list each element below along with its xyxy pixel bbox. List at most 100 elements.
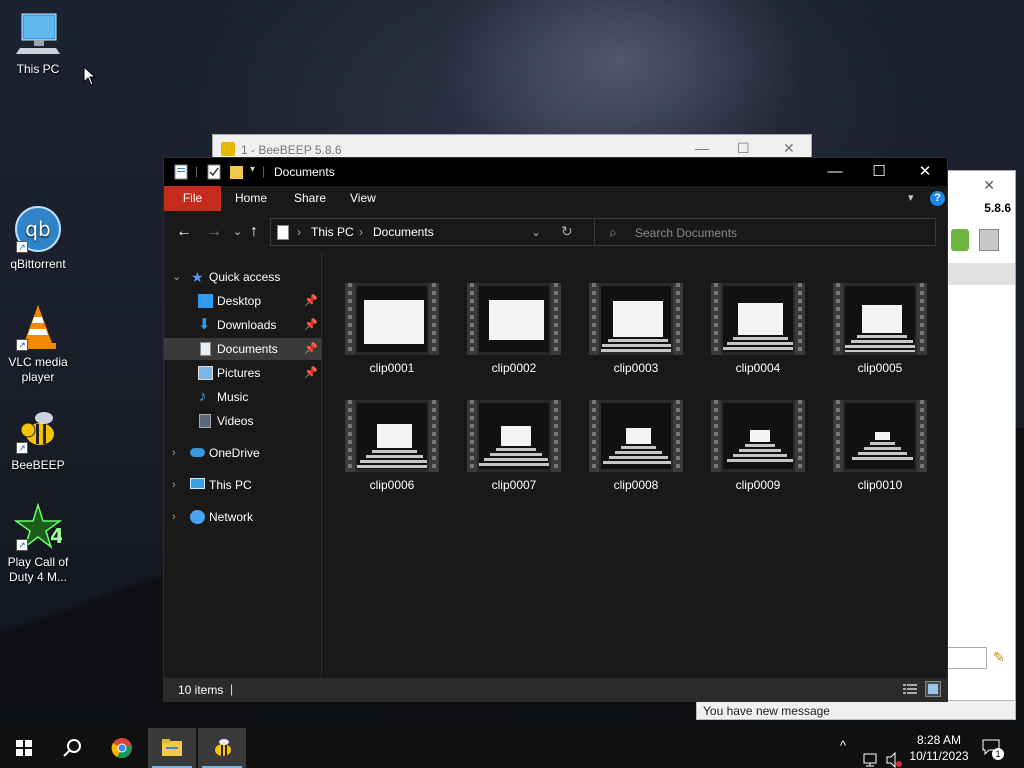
refresh-icon[interactable]: ↻ — [561, 223, 573, 240]
video-thumbnail-icon — [711, 400, 805, 472]
download-icon[interactable] — [951, 229, 969, 251]
nav-desktop[interactable]: Desktop 📌 — [164, 290, 322, 312]
thumbnail-step-shape — [869, 442, 895, 445]
clear-brush-icon[interactable]: ✎ — [993, 649, 1005, 666]
tab-view[interactable]: View — [336, 186, 390, 211]
up-arrow-icon[interactable]: ↑ — [250, 223, 258, 241]
show-hidden-icons-chevron-icon[interactable]: ^ — [840, 738, 846, 768]
nav-music[interactable]: ♪ Music — [164, 386, 322, 408]
thumbnail-step-shape — [745, 444, 775, 447]
message-input[interactable] — [947, 647, 987, 669]
collapsed-chevron-icon[interactable]: › — [172, 474, 176, 496]
address-history-chevron-icon[interactable]: ⌄ — [531, 225, 541, 239]
breadcrumb-documents[interactable]: Documents — [373, 225, 434, 239]
expanded-chevron-icon[interactable]: ⌄ — [172, 266, 181, 288]
new-folder-icon[interactable] — [229, 164, 245, 180]
tab-share[interactable]: Share — [280, 186, 340, 211]
file-item[interactable]: clip0010 — [830, 400, 930, 492]
action-center-button[interactable]: 1 — [978, 728, 1008, 768]
thumbnail-step-shape — [857, 452, 907, 455]
desktop-icon-this-pc[interactable]: This PC — [0, 10, 76, 77]
close-button[interactable]: ✕ — [902, 158, 948, 186]
file-item[interactable]: clip0006 — [342, 400, 442, 492]
maximize-button[interactable]: ☐ — [856, 158, 902, 186]
documents-icon — [200, 342, 211, 356]
tab-home[interactable]: Home — [221, 186, 281, 211]
back-arrow-icon[interactable]: ← — [176, 223, 192, 241]
taskbar-beebeep[interactable] — [198, 728, 246, 768]
nav-quick-access[interactable]: ⌄ ★ Quick access — [164, 266, 322, 288]
details-view-icon[interactable] — [902, 681, 918, 697]
minimize-icon[interactable]: — — [695, 140, 709, 156]
properties-icon[interactable] — [174, 164, 190, 180]
file-name: clip0004 — [735, 361, 781, 375]
thumbnail-preview — [723, 403, 793, 469]
tab-file[interactable]: File — [164, 186, 221, 211]
thumbnail-window-shape — [376, 424, 412, 448]
network-icon — [190, 510, 205, 524]
beebeep-main-window[interactable]: ✕ 5.8.6 ✎ — [944, 170, 1016, 720]
music-note-icon: ♪ — [199, 388, 207, 405]
taskbar-file-explorer[interactable] — [148, 728, 196, 768]
desktop-icon-beebeep[interactable]: ↗ BeeBEEP — [0, 406, 76, 473]
expand-ribbon-chevron-icon[interactable]: ▾ — [908, 191, 914, 204]
nav-documents[interactable]: Documents 📌 — [164, 338, 322, 360]
nav-network[interactable]: › Network — [164, 506, 322, 528]
close-icon[interactable]: ✕ — [783, 140, 795, 157]
large-icons-view-icon[interactable] — [925, 681, 941, 697]
forward-arrow-icon[interactable]: → — [206, 223, 222, 241]
breadcrumb-this-pc[interactable]: This PC — [311, 225, 354, 239]
taskbar-chrome[interactable] — [98, 728, 146, 768]
breadcrumb-chevron-icon: › — [359, 225, 363, 239]
close-icon[interactable]: ✕ — [983, 177, 995, 194]
volume-muted-icon[interactable] — [886, 740, 904, 768]
checkmark-icon[interactable] — [207, 164, 223, 180]
video-thumbnail-icon — [467, 283, 561, 355]
beebeep-version: 5.8.6 — [984, 201, 1011, 215]
customize-toolbar-chevron-icon[interactable]: ▾ — [250, 164, 255, 175]
explorer-titlebar[interactable]: | ▾ | Documents — ☐ ✕ — [164, 158, 947, 186]
desktop-icon-cod4[interactable]: 4 ↗ Play Call of Duty 4 M... — [0, 502, 76, 585]
file-item[interactable]: clip0003 — [586, 283, 686, 375]
file-name: clip0005 — [857, 361, 903, 375]
start-button[interactable] — [0, 728, 48, 768]
file-name: clip0003 — [613, 361, 659, 375]
thumbnail-window-shape — [625, 428, 651, 444]
file-name: clip0006 — [369, 478, 415, 492]
thumbnail-step-shape — [857, 335, 907, 338]
pin-icon[interactable]: 📌 — [304, 290, 318, 312]
desktop-icon-vlc[interactable]: ↗ VLC media player — [0, 303, 76, 385]
video-thumbnail-icon — [589, 400, 683, 472]
pin-icon[interactable]: 📌 — [304, 338, 318, 360]
trash-icon[interactable] — [979, 229, 999, 251]
collapsed-chevron-icon[interactable]: › — [172, 506, 176, 528]
desktop-icon-label: BeeBEEP — [11, 458, 65, 472]
search-box[interactable]: ⌕ Search Documents — [594, 218, 936, 246]
pin-icon[interactable]: 📌 — [304, 362, 318, 384]
file-item[interactable]: clip0009 — [708, 400, 808, 492]
file-item[interactable]: clip0005 — [830, 283, 930, 375]
nav-this-pc[interactable]: › This PC — [164, 474, 322, 496]
collapsed-chevron-icon[interactable]: › — [172, 442, 176, 464]
nav-pictures[interactable]: Pictures 📌 — [164, 362, 322, 384]
file-item[interactable]: clip0008 — [586, 400, 686, 492]
file-item[interactable]: clip0007 — [464, 400, 564, 492]
minimize-button[interactable]: — — [812, 158, 858, 186]
file-item[interactable]: clip0001 — [342, 283, 442, 375]
nav-downloads[interactable]: ⬇ Downloads 📌 — [164, 314, 322, 336]
search-button[interactable] — [48, 728, 96, 768]
thumbnail-step-shape — [490, 453, 542, 456]
file-item[interactable]: clip0004 — [708, 283, 808, 375]
nav-onedrive[interactable]: › OneDrive — [164, 442, 322, 464]
maximize-icon[interactable]: ☐ — [737, 140, 750, 157]
network-status-icon[interactable] — [862, 740, 880, 768]
thumbnail-step-shape — [863, 447, 901, 450]
nav-videos[interactable]: Videos — [164, 410, 322, 432]
file-item[interactable]: clip0002 — [464, 283, 564, 375]
clock[interactable]: 8:28 AM 10/11/2023 — [904, 732, 974, 764]
pin-icon[interactable]: 📌 — [304, 314, 318, 336]
desktop-icon-qbittorrent[interactable]: qb ↗ qBittorrent — [0, 205, 76, 272]
recent-locations-chevron-icon[interactable]: ⌄ — [233, 225, 242, 238]
file-explorer-window[interactable]: | ▾ | Documents — ☐ ✕ File Home Share Vi… — [163, 157, 948, 702]
help-icon[interactable]: ? — [930, 191, 945, 206]
